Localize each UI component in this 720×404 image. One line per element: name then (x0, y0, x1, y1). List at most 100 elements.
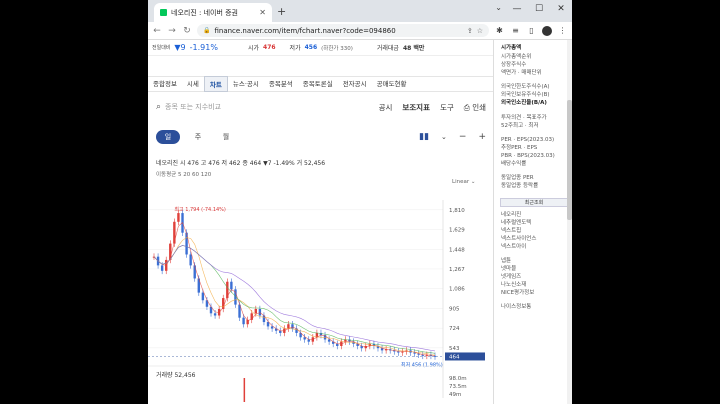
market-cap-section: 시가총액 시가총액순위 상장주식수 액면가 · 매매단위 (494, 40, 572, 79)
candle-body (327, 339, 331, 342)
open-label: 시가 (247, 45, 260, 52)
recent-list-2: 넵튠 넷마블 넷게임즈 나노신소재 NICE평가정보 (494, 253, 572, 299)
side-item: PER · EPS(2023.03) (501, 137, 555, 143)
tab-price[interactable]: 시세 (182, 76, 204, 92)
tab-search-icon[interactable]: ⌄ (495, 3, 502, 12)
side-item: 시가총액순위 (501, 54, 532, 60)
candle-body (230, 281, 233, 290)
industry-section: 동일업종 PER 동일업종 등락률 (494, 170, 572, 192)
chart-tools: ▮▮ ⌄ − + (419, 132, 486, 142)
recent-item[interactable]: 네추럴엔도텍 (501, 219, 568, 227)
ohlc-info: 네오리진 시 476 고 476 저 462 종 464 ▼7 -1.49% 거… (156, 160, 326, 167)
minimize-icon[interactable]: — (506, 0, 528, 18)
recent-item[interactable]: 넷마블 (501, 265, 568, 273)
period-day[interactable]: 일 (156, 130, 180, 144)
print-label: 인쇄 (472, 102, 486, 112)
period-month[interactable]: 월 (216, 132, 236, 142)
naver-favicon-icon (160, 9, 167, 16)
forward-icon[interactable]: → (167, 26, 177, 36)
max-price-label: 최고 1,794 (-74.14%) (174, 206, 226, 213)
close-window-icon[interactable]: ✕ (550, 0, 572, 18)
back-icon[interactable]: ← (152, 26, 162, 36)
candle-body (226, 281, 229, 299)
recent-item[interactable]: 넥스트사이언스 (501, 235, 568, 243)
print-link[interactable]: ⎙ 인쇄 (464, 102, 486, 113)
scale-label: Linear (452, 179, 470, 185)
candle-body (193, 265, 196, 279)
sidepanel-icon[interactable]: ▯ (526, 26, 537, 35)
prev-label: 전일대비 (152, 45, 171, 51)
recent-item[interactable]: 넥스트아이 (501, 243, 568, 251)
foreign-section: 외국인한도주식수(A) 외국인보유주식수(B) 외국인소진율(B/A) (494, 79, 572, 110)
low-value: 456 (304, 44, 318, 51)
maximize-icon[interactable]: ☐ (528, 0, 550, 18)
tab-chart[interactable]: 차트 (203, 76, 228, 92)
candle-body (254, 308, 258, 314)
chevron-down-icon[interactable]: ⌄ (441, 133, 447, 141)
y-tick-label: 1,267 (449, 267, 465, 273)
page-content: 전일대비 ▼9 -1.91% 시가 476 저가 456 (하한가 330) 거… (148, 40, 493, 404)
disclosure-link[interactable]: 공시 (379, 102, 393, 113)
y-tick-label: 1,629 (449, 228, 465, 234)
candle-body (433, 355, 437, 357)
opinion-section: 투자의견 · 목표주가 52주최고 · 최저 (494, 110, 572, 132)
reading-list-icon[interactable]: ≡ (510, 26, 521, 35)
share-icon[interactable]: ⇪ (467, 27, 473, 35)
page-scrollbar[interactable] (567, 40, 572, 404)
candle-body (287, 324, 290, 329)
zoom-in-icon[interactable]: + (478, 132, 486, 142)
browser-tab[interactable]: 네오리진 : 네이버 증권 ✕ (154, 3, 272, 22)
recent-item[interactable]: 넥스트칩 (501, 227, 568, 235)
address-bar: ← → ↻ 🔒 finance.naver.com/item/fchart.na… (148, 22, 572, 40)
trade-value-label: 거래대금 (376, 45, 399, 52)
recent-view-button[interactable]: 최근조회 (500, 198, 568, 207)
recent-item[interactable]: NICE평가정보 (501, 289, 568, 297)
indicators-link[interactable]: 보조지표 (402, 102, 430, 113)
recent-item[interactable]: 넵튠 (501, 257, 568, 265)
compare-search-input[interactable]: 종목 또는 지수비교 (165, 102, 369, 112)
candle-body (189, 254, 192, 266)
candle-body (201, 292, 205, 301)
search-icon: ⌕ (156, 102, 162, 112)
tools-link[interactable]: 도구 (440, 102, 454, 113)
menu-icon[interactable]: ⋮ (557, 26, 568, 35)
profile-avatar[interactable] (542, 25, 552, 36)
tab-disclosure[interactable]: 전자공시 (338, 76, 372, 92)
last-price-text: 464 (449, 354, 460, 360)
recent-item[interactable]: 나노신소재 (501, 281, 568, 289)
scrollbar-thumb[interactable] (567, 100, 572, 220)
period-week[interactable]: 주 (188, 132, 208, 142)
price-chart[interactable]: 1,810 1,629 1,448 1,267 1,086 905 724 543 최고 1,7… (148, 200, 493, 404)
side-item: 액면가 · 매매단위 (501, 70, 542, 76)
url-text: finance.naver.com/item/fchart.naver?code… (214, 26, 396, 35)
y-tick-label: 1,810 (449, 208, 465, 214)
min-price-label: 최저 456 (1.98%) (401, 361, 443, 368)
candle-body (291, 324, 294, 329)
tab-short-selling[interactable]: 공매도현황 (372, 76, 412, 92)
tab-forum[interactable]: 종목토론실 (298, 76, 338, 92)
tab-overview[interactable]: 종합정보 (148, 76, 182, 92)
side-item: 52주최고 · 최저 (501, 123, 539, 129)
tab-analysis[interactable]: 종목분석 (264, 76, 298, 92)
bookmark-star-icon[interactable]: ☆ (477, 27, 483, 35)
reload-icon[interactable]: ↻ (182, 26, 192, 36)
recent-item[interactable]: 넷게임즈 (501, 273, 568, 281)
extensions-icon[interactable]: ✱ (494, 26, 505, 35)
trade-value: 48 백만 (402, 45, 425, 52)
scale-selector[interactable]: Linear ⌄ (452, 179, 475, 185)
side-item: 외국인보유주식수(B) (501, 92, 550, 98)
open-value: 476 (263, 44, 276, 51)
side-item: 배당수익률 (501, 161, 527, 167)
new-tab-icon[interactable]: + (277, 5, 286, 18)
recent-item[interactable]: 네오리진 (501, 211, 568, 219)
zoom-out-icon[interactable]: − (459, 132, 467, 142)
candle-body (270, 326, 274, 329)
change-pct: -1.91% (189, 43, 218, 52)
url-field[interactable]: 🔒 finance.naver.com/item/fchart.naver?co… (197, 24, 489, 37)
close-tab-icon[interactable]: ✕ (259, 8, 266, 17)
tab-news[interactable]: 뉴스·공시 (228, 76, 264, 92)
recent-item[interactable]: 나이스정보통 (501, 303, 568, 311)
candle-type-icon[interactable]: ▮▮ (419, 132, 429, 142)
browser-window: 네오리진 : 네이버 증권 ✕ + ⌄ — ☐ ✕ ← → ↻ 🔒 financ… (148, 0, 572, 404)
candle-body (307, 339, 310, 342)
